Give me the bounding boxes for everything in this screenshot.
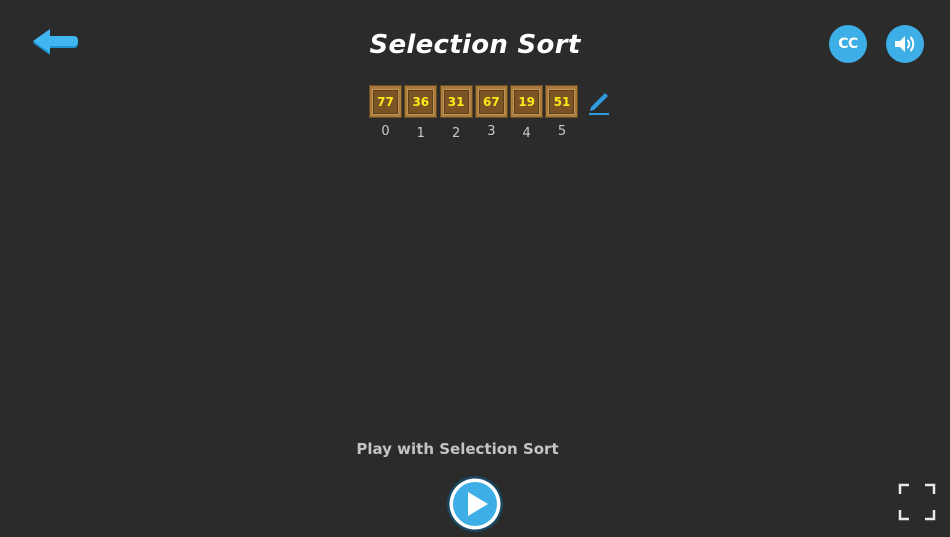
array-cell-4: 19	[510, 85, 544, 118]
array-index: 0	[381, 124, 390, 139]
array-cell-3: 67	[474, 85, 508, 118]
cc-label: CC	[838, 36, 858, 52]
cc-button[interactable]: CC	[829, 25, 867, 63]
array-index: 5	[557, 124, 567, 139]
cell-value: 36	[412, 94, 430, 109]
cell-value: 77	[377, 94, 394, 109]
array-cell-0: 77	[369, 85, 402, 118]
array-index: 1	[416, 126, 425, 141]
array-cell-2: 31	[439, 85, 473, 118]
cell-value: 67	[483, 94, 500, 109]
speaker-icon	[895, 36, 915, 52]
cell-value: 19	[518, 94, 536, 109]
cell-value: 51	[553, 94, 571, 109]
pencil-icon	[589, 93, 609, 115]
edit-array-button[interactable]	[587, 90, 611, 116]
page-title: Selection Sort	[369, 30, 581, 60]
play-icon	[447, 476, 503, 532]
fullscreen-button[interactable]	[897, 482, 937, 522]
fullscreen-icon	[898, 483, 936, 521]
array-index: 3	[487, 124, 496, 139]
array-indices: 0 1 2 3 4 5	[369, 124, 581, 141]
array-index: 4	[522, 126, 531, 141]
array-index: 2	[451, 126, 461, 141]
sound-button[interactable]	[886, 25, 924, 63]
cell-value: 31	[447, 94, 465, 109]
play-button[interactable]	[446, 475, 504, 533]
array-cells: 77 36 31 67 19 51	[369, 85, 581, 119]
array-cell-5: 51	[545, 85, 579, 118]
array-cell-1: 36	[404, 85, 438, 118]
play-label: Play with Selection Sort	[356, 440, 559, 458]
